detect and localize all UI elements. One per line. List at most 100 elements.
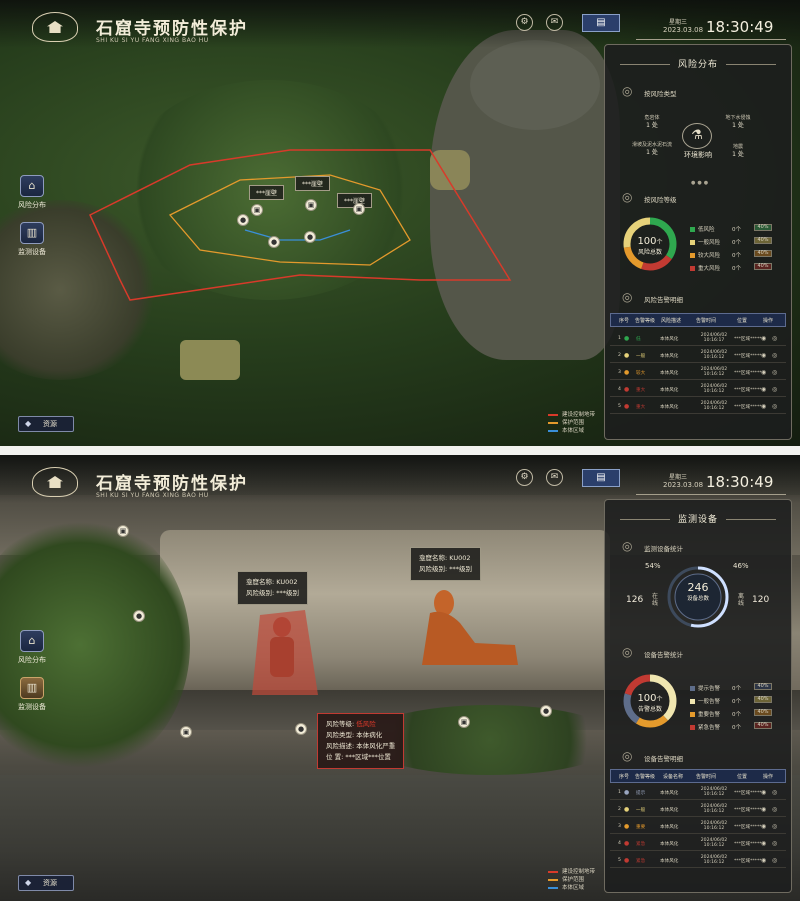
nav-risk-distribution[interactable]: ⌂ 风险分布 xyxy=(18,175,46,210)
locate-icon[interactable]: ◉ xyxy=(761,789,766,796)
alarm-dot-icon: ● xyxy=(624,335,630,342)
nav-monitoring-device[interactable]: ▥ 监测设备 xyxy=(18,677,46,712)
legend-general-risk[interactable]: 一般风险 0个 40% xyxy=(690,237,790,246)
screen-switch-button[interactable]: ▤ xyxy=(582,14,620,32)
device-pin-icon[interactable]: ● xyxy=(295,723,307,735)
table-row[interactable]: 3 ● 重要 本体风化 2024/06/02 10:16:12 ***区域***** ◉ ◎ xyxy=(610,819,786,834)
legend-item: 建设控制地带 xyxy=(548,867,595,875)
view-icon[interactable]: ◎ xyxy=(772,386,777,393)
device-pin-icon[interactable]: ▣ xyxy=(353,203,365,215)
device-pin-icon[interactable]: ▣ xyxy=(305,199,317,211)
locate-icon[interactable]: ◉ xyxy=(761,857,766,864)
table-row[interactable]: 4 ● 重大 本体风化 2024/06/02 10:16:12 ***区域***** ◉ ◎ xyxy=(610,382,786,397)
locate-icon[interactable]: ◉ xyxy=(761,840,766,847)
table-row[interactable]: 2 ● 一般 本体风化 2024/06/02 10:16:12 ***区域***** ◉ ◎ xyxy=(610,348,786,363)
cliff-tag[interactable]: ***崖壁 xyxy=(295,176,331,191)
risk-type-item[interactable]: 地震 1 处 xyxy=(718,144,758,158)
location: ***区域***** xyxy=(734,337,762,342)
device-pin-icon[interactable]: ▣ xyxy=(458,716,470,728)
cave-info-card[interactable]: 龛窟名称: KU002 风险级别: ***级别 xyxy=(237,571,309,605)
table-row[interactable]: 3 ● 较大 本体风化 2024/06/02 10:16:12 ***区域***** ◉ ◎ xyxy=(610,365,786,380)
nav-label: 监测设备 xyxy=(18,703,46,711)
resource-button[interactable]: 资源 xyxy=(18,416,74,432)
donut-center: 100个 风险总数 xyxy=(637,236,663,256)
environment-icon: ⚗ xyxy=(682,123,712,149)
legend-urgent-alarm[interactable]: 紧急告警 0个 40% xyxy=(690,722,790,731)
screen-separator xyxy=(0,446,800,455)
alarm-time: 2024/06/02 10:16:12 xyxy=(700,804,728,814)
risk-info-card[interactable]: 风险等级: 低风险 风险类型: 本体病化 风险描述: 本体风化严重 位 置: *… xyxy=(317,713,405,769)
risk-type-item[interactable]: 滑坡及泥水泥石流 1 处 xyxy=(632,142,672,156)
device-pin-icon[interactable]: ▣ xyxy=(251,204,263,216)
device-pin-icon[interactable]: ● xyxy=(540,705,552,717)
card-line: 风险等级: 低风险 xyxy=(326,720,376,728)
device-pin-icon[interactable]: ● xyxy=(268,236,280,248)
location: ***区域***** xyxy=(734,859,762,864)
view-icon[interactable]: ◎ xyxy=(772,789,777,796)
legend-general-alarm[interactable]: 一般告警 0个 40% xyxy=(690,696,790,705)
view-icon[interactable]: ◎ xyxy=(772,840,777,847)
settings-icon[interactable]: ⚙ xyxy=(516,469,533,486)
locate-icon[interactable]: ◉ xyxy=(761,823,766,830)
map-legend: 建设控制地带 保护范围 本体区域 xyxy=(548,867,595,891)
row-number: 5 xyxy=(618,858,621,863)
table-row[interactable]: 1 ● 低 本体风化 2024/06/02 10:16:17 ***区域***** ◉ ◎ xyxy=(610,331,786,346)
statue-red-highlight[interactable] xyxy=(250,605,320,700)
device-pin-icon[interactable]: ● xyxy=(304,231,316,243)
view-icon[interactable]: ◎ xyxy=(772,806,777,813)
screen-switch-button[interactable]: ▤ xyxy=(582,469,620,487)
nav-monitoring-device[interactable]: ▥ 监测设备 xyxy=(18,222,46,257)
locate-icon[interactable]: ◉ xyxy=(761,369,766,376)
carousel-dots[interactable]: ●●● xyxy=(691,180,710,186)
locate-icon[interactable]: ◉ xyxy=(761,335,766,342)
alarm-dot-icon: ● xyxy=(624,823,630,830)
settings-icon[interactable]: ⚙ xyxy=(516,14,533,31)
device-pin-icon[interactable]: ● xyxy=(237,214,249,226)
legend-major-risk[interactable]: 较大风险 0个 40% xyxy=(690,250,790,259)
card-line: 风险级别: ***级别 xyxy=(246,589,300,597)
table-row[interactable]: 4 ● 紧急 本体风化 2024/06/02 10:16:12 ***区域***** ◉ ◎ xyxy=(610,836,786,851)
row-number: 2 xyxy=(618,353,621,358)
message-icon[interactable]: ✉ xyxy=(546,14,563,31)
nav-label: 风险分布 xyxy=(18,656,46,664)
locate-icon[interactable]: ◉ xyxy=(761,352,766,359)
device-pin-icon[interactable]: ● xyxy=(133,610,145,622)
locate-icon[interactable]: ◉ xyxy=(761,386,766,393)
cliff-tag[interactable]: ***崖壁 xyxy=(249,185,285,200)
view-icon[interactable]: ◎ xyxy=(772,352,777,359)
alarm-dot-icon: ● xyxy=(624,369,630,376)
risk-type-item[interactable]: 危岩体 1 处 xyxy=(632,115,672,129)
resource-button[interactable]: 资源 xyxy=(18,875,74,891)
message-icon[interactable]: ✉ xyxy=(546,469,563,486)
row-number: 4 xyxy=(618,387,621,392)
page-title: 石窟寺预防性保护 xyxy=(96,19,248,39)
legend-item: 建设控制地带 xyxy=(548,410,595,418)
alarm-time: 2024/06/02 10:16:12 xyxy=(700,838,728,848)
nav-risk-distribution[interactable]: ⌂ 风险分布 xyxy=(18,630,46,665)
table-row[interactable]: 2 ● 一般 本体风化 2024/06/02 10:16:12 ***区域***** ◉ ◎ xyxy=(610,802,786,817)
view-icon[interactable]: ◎ xyxy=(772,823,777,830)
cave-info-card[interactable]: 龛窟名称: KU002 风险级别: ***级别 xyxy=(410,547,482,581)
device-pin-icon[interactable]: ▣ xyxy=(117,525,129,537)
legend-important-alarm[interactable]: 重要告警 0个 40% xyxy=(690,709,790,718)
view-icon[interactable]: ◎ xyxy=(772,403,777,410)
risk-type-item[interactable]: 地下水侵蚀 1 处 xyxy=(718,115,758,129)
page-title: 石窟寺预防性保护 xyxy=(96,474,248,494)
legend-hint-alarm[interactable]: 提示告警 0个 40% xyxy=(690,683,790,692)
view-icon[interactable]: ◎ xyxy=(772,369,777,376)
logo-icon xyxy=(32,467,78,497)
table-row[interactable]: 1 ● 提示 本体风化 2024/06/02 10:16:12 ***区域***** ◉ ◎ xyxy=(610,785,786,800)
statue-orange-highlight[interactable] xyxy=(420,583,520,668)
view-icon[interactable]: ◎ xyxy=(772,857,777,864)
locate-icon[interactable]: ◉ xyxy=(761,403,766,410)
risk-distribution-screen: ***崖壁 ***崖壁 ***崖壁 ▣ ▣ ▣ ● ● ● 石窟寺预防性保护 S… xyxy=(0,0,800,446)
view-icon[interactable]: ◎ xyxy=(772,335,777,342)
gauge-center: 246 设备总数 xyxy=(686,581,709,602)
legend-low-risk[interactable]: 低风险 0个 40% xyxy=(690,224,790,233)
table-row[interactable]: 5 ● 紧急 本体风化 2024/06/02 10:16:12 ***区域***** ◉ ◎ xyxy=(610,853,786,868)
device-pin-icon[interactable]: ▣ xyxy=(180,726,192,738)
locate-icon[interactable]: ◉ xyxy=(761,806,766,813)
table-row[interactable]: 5 ● 重大 本体风化 2024/06/02 10:16:12 ***区域***** ◉ ◎ xyxy=(610,399,786,414)
legend-severe-risk[interactable]: 重大风险 0个 40% xyxy=(690,263,790,272)
location: ***区域***** xyxy=(734,808,762,813)
